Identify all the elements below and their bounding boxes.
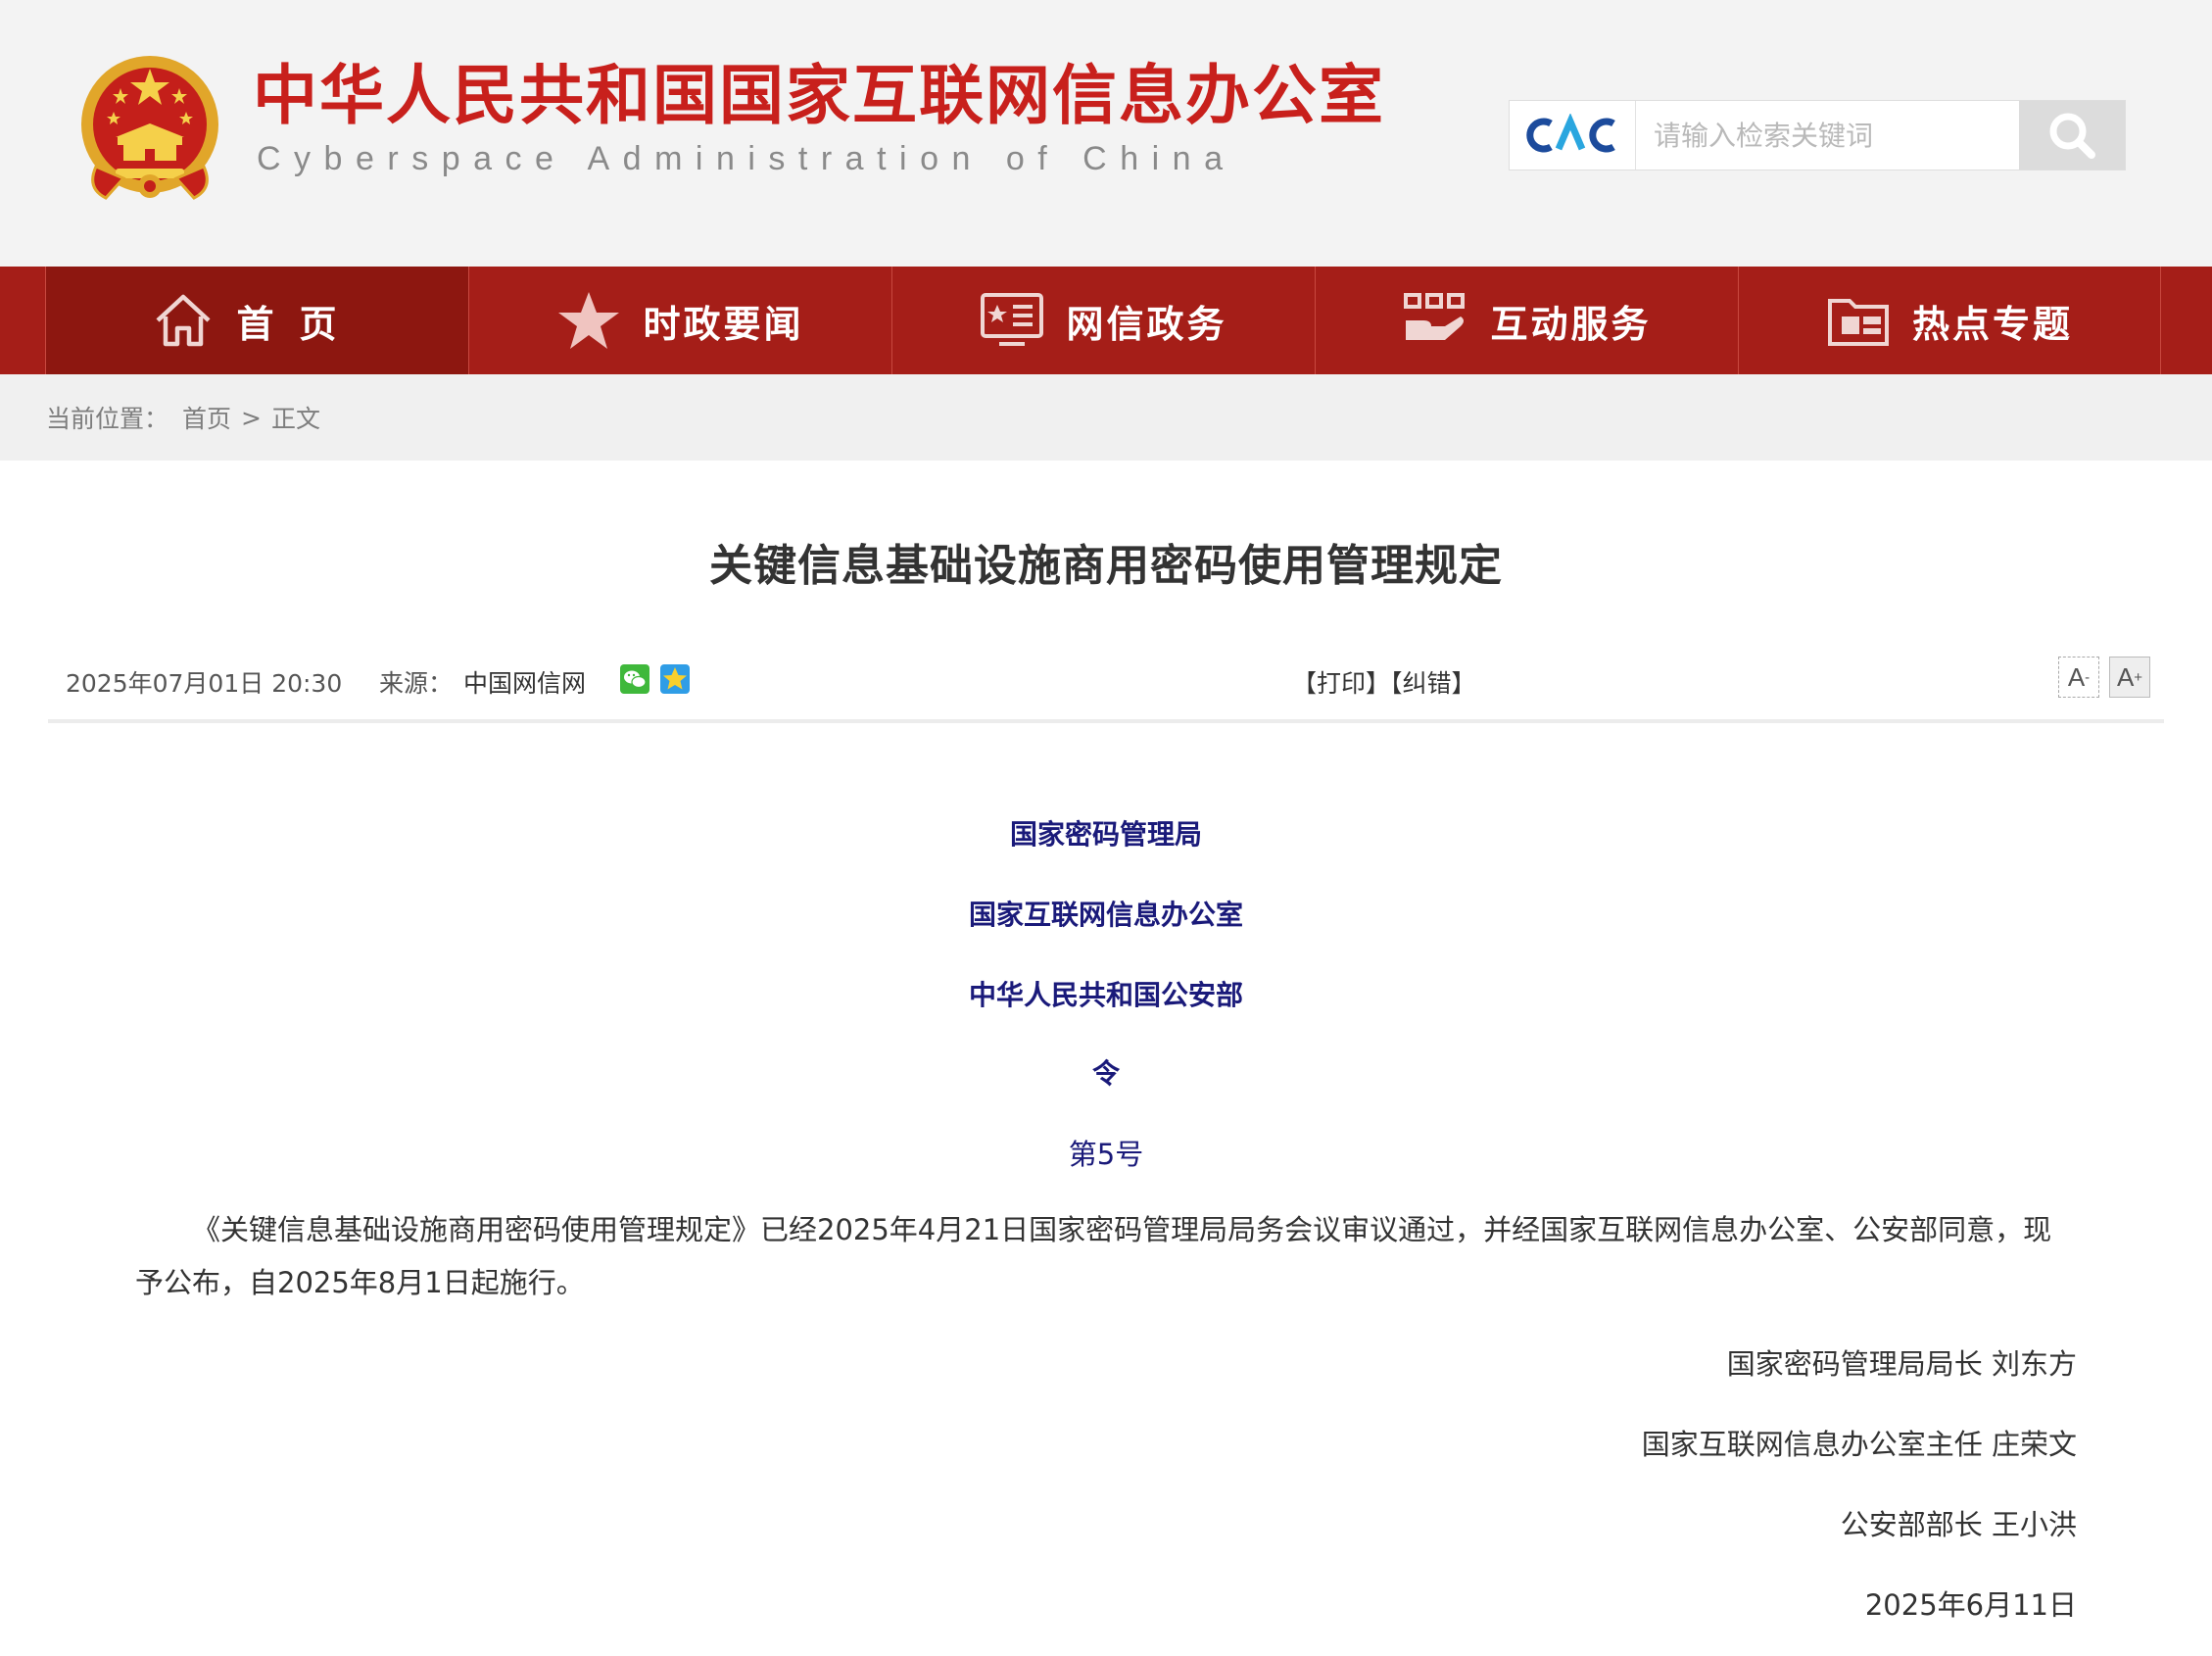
breadcrumb-current: 正文 <box>270 405 320 433</box>
breadcrumb-home-link[interactable]: 首页 <box>182 400 231 435</box>
search-input[interactable] <box>1636 101 2019 170</box>
correct-link[interactable]: 【纠错】 <box>1390 669 1476 698</box>
search-button[interactable] <box>2019 101 2125 170</box>
breadcrumb-separator: > <box>241 403 262 432</box>
article-paragraph: 《关键信息基础设施商用密码使用管理规定》已经2025年4月21日国家密码管理局局… <box>135 1213 2052 1299</box>
site-name-english[interactable]: Cyberspace Administration of China <box>257 139 1236 178</box>
issuing-org: 国家密码管理局 <box>1009 818 1202 851</box>
signature-line: 公安部部长 王小洪 <box>1840 1508 2077 1541</box>
article-title: 关键信息基础设施商用密码使用管理规定 <box>709 541 1503 591</box>
nav-item-interactive-service[interactable]: 互动服务 <box>1315 267 1738 374</box>
publish-datetime: 2025年07月01日 20:30 <box>66 669 343 698</box>
nav-item-label: 网信政务 <box>1066 302 1227 346</box>
nav-item-news[interactable]: 时政要闻 <box>468 267 891 374</box>
font-increase-plus: + <box>2134 668 2143 686</box>
nav-item-label: 首页 <box>236 302 362 346</box>
signature-date: 2025年6月11日 <box>1864 1588 2077 1622</box>
article-meta: 2025年07月01日 20:30 来源： 中国网信网 【打印】【纠错】 A- … <box>48 647 2164 723</box>
nav-item-label: 时政要闻 <box>643 302 804 346</box>
source-name: 中国网信网 <box>463 669 587 698</box>
search-bar <box>1509 100 2126 170</box>
print-link[interactable]: 【打印】 <box>1292 669 1390 698</box>
nav-item-label: 热点专题 <box>1911 302 2073 346</box>
wechat-icon[interactable] <box>620 664 649 700</box>
nav-item-label: 互动服务 <box>1490 302 1652 346</box>
breadcrumb: 当前位置： 首页 > 正文 <box>0 374 2212 461</box>
font-increase-button[interactable]: A + <box>2109 657 2150 698</box>
site-name-chinese[interactable]: 中华人民共和国国家互联网信息办公室 <box>253 57 1385 135</box>
hand-service-icon <box>1402 291 1468 350</box>
national-emblem-logo[interactable] <box>76 51 223 208</box>
nav-item-home[interactable]: 首页 <box>45 267 468 374</box>
star-icon <box>556 289 621 352</box>
cac-logo <box>1510 101 1636 170</box>
site-header: 中华人民共和国国家互联网信息办公室 Cyberspace Administrat… <box>0 0 2212 267</box>
nav-item-hot-topics[interactable]: 热点专题 <box>1738 267 2161 374</box>
nav-item-government-affairs[interactable]: 网信政务 <box>891 267 1315 374</box>
order-heading: 令 <box>1091 1057 1120 1090</box>
home-icon <box>152 291 215 350</box>
cac-logo-icon <box>1526 114 1615 153</box>
article-tools: 【打印】【纠错】 <box>1292 664 1476 700</box>
issuing-org: 国家互联网信息办公室 <box>968 899 1243 931</box>
folder-icon <box>1826 291 1891 350</box>
breadcrumb-label: 当前位置： <box>46 405 169 433</box>
font-decrease-label: A <box>2067 661 2086 692</box>
main-nav: 首页 时政要闻 网信政务 互动服务 热点专题 <box>0 267 2212 374</box>
issuing-org: 中华人民共和国公安部 <box>968 979 1243 1011</box>
article-body: 国家密码管理局 国家互联网信息办公室 中华人民共和国公安部 令 第5号 《关键信… <box>135 815 2077 1625</box>
font-increase-label: A <box>2116 661 2135 692</box>
search-icon <box>2049 113 2095 159</box>
screen-doc-icon <box>980 291 1044 350</box>
qzone-icon[interactable] <box>660 664 690 700</box>
order-number: 第5号 <box>1068 1138 1144 1171</box>
font-decrease-button[interactable]: A- <box>2058 657 2099 698</box>
signature-line: 国家密码管理局局长 刘东方 <box>1726 1347 2077 1381</box>
source-label: 来源： <box>379 669 454 698</box>
signature-line: 国家互联网信息办公室主任 庄荣文 <box>1641 1428 2077 1461</box>
